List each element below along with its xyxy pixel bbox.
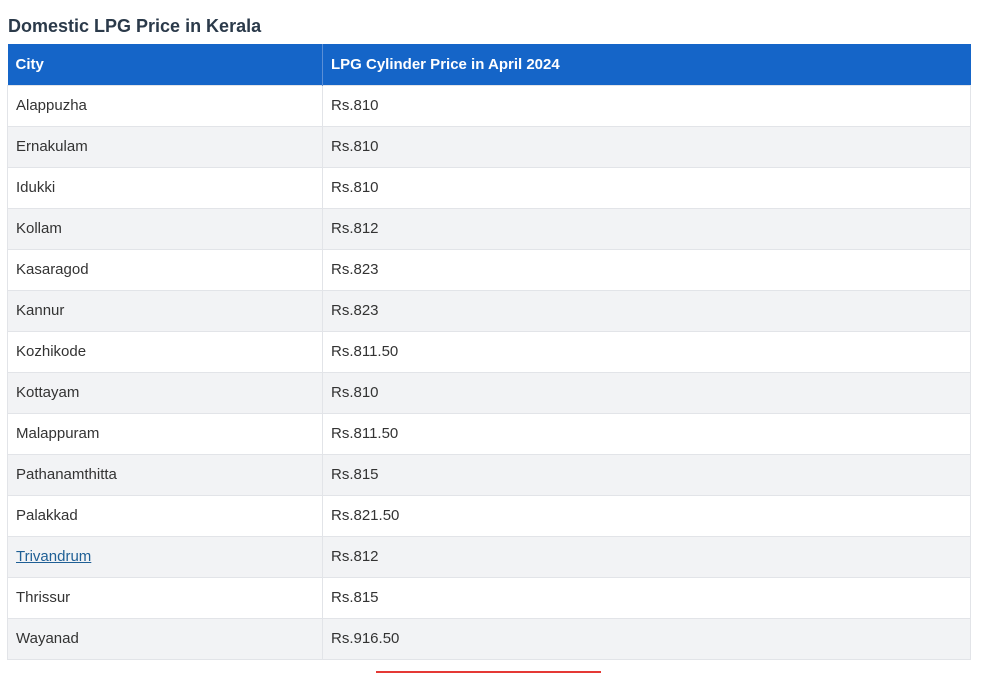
column-header-price: LPG Cylinder Price in April 2024 — [322, 44, 971, 85]
price-cell: Rs.815 — [322, 453, 971, 496]
price-cell: Rs.810 — [322, 166, 971, 209]
price-cell: Rs.823 — [322, 289, 971, 332]
lpg-price-table: City LPG Cylinder Price in April 2024 Al… — [7, 44, 971, 660]
price-cell: Rs.812 — [322, 535, 971, 578]
table-row: Kasaragod Rs.823 — [7, 248, 971, 291]
table-row: Wayanad Rs.916.50 — [7, 617, 971, 660]
city-cell: Palakkad — [7, 494, 323, 537]
table-row: Kozhikode Rs.811.50 — [7, 330, 971, 373]
city-cell: Kannur — [7, 289, 323, 332]
city-cell: Pathanamthitta — [7, 453, 323, 496]
price-cell: Rs.810 — [322, 125, 971, 168]
city-cell: Wayanad — [7, 617, 323, 660]
table-row: Thrissur Rs.815 — [7, 576, 971, 619]
city-cell: Malappuram — [7, 412, 323, 455]
table-row: Idukki Rs.810 — [7, 166, 971, 209]
price-cell: Rs.810 — [322, 84, 971, 127]
table-row: Ernakulam Rs.810 — [7, 125, 971, 168]
city-cell: Kollam — [7, 207, 323, 250]
price-cell: Rs.811.50 — [322, 330, 971, 373]
city-cell: Kozhikode — [7, 330, 323, 373]
table-row: Alappuzha Rs.810 — [7, 84, 971, 127]
table-header-row: City LPG Cylinder Price in April 2024 — [7, 44, 971, 85]
table-row: Trivandrum Rs.812 — [7, 535, 971, 578]
table-row: Palakkad Rs.821.50 — [7, 494, 971, 537]
price-cell: Rs.916.50 — [322, 617, 971, 660]
city-cell: Thrissur — [7, 576, 323, 619]
table-row: Malappuram Rs.811.50 — [7, 412, 971, 455]
city-cell: Kottayam — [7, 371, 323, 414]
city-cell: Trivandrum — [7, 535, 323, 578]
table-row: Kottayam Rs.810 — [7, 371, 971, 414]
price-cell: Rs.821.50 — [322, 494, 971, 537]
price-cell: Rs.815 — [322, 576, 971, 619]
price-cell: Rs.823 — [322, 248, 971, 291]
price-cell: Rs.812 — [322, 207, 971, 250]
table-row: Pathanamthitta Rs.815 — [7, 453, 971, 496]
city-cell: Alappuzha — [7, 84, 323, 127]
price-cell: Rs.810 — [322, 371, 971, 414]
city-cell: Kasaragod — [7, 248, 323, 291]
city-cell: Ernakulam — [7, 125, 323, 168]
city-link-trivandrum[interactable]: Trivandrum — [16, 548, 91, 565]
column-header-city: City — [7, 44, 323, 85]
page-title: Domestic LPG Price in Kerala — [8, 16, 262, 36]
city-cell: Idukki — [7, 166, 323, 209]
table-row: Kollam Rs.812 — [7, 207, 971, 250]
table-row: Kannur Rs.823 — [7, 289, 971, 332]
price-cell: Rs.811.50 — [322, 412, 971, 455]
